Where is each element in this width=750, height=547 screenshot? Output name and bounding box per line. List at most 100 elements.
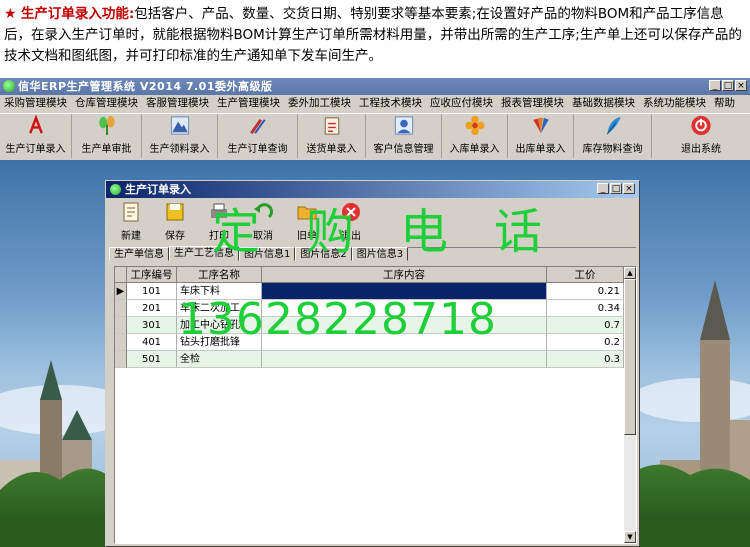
scroll-down-icon[interactable]: ▼ <box>624 531 636 543</box>
cancel-button[interactable]: 取消 <box>241 201 285 245</box>
tool-outbound-entry[interactable]: 出库单录入 <box>508 114 574 158</box>
order-entry-window: 生产订单录入 _ □ × 新建 保存 打印 取消 旧单 退出 生产单信息 生产工… <box>105 180 640 547</box>
col-price[interactable]: 工价 <box>547 267 624 283</box>
cell-process-name[interactable]: 全检 <box>177 351 262 368</box>
row-indicator <box>115 300 127 317</box>
tool-delivery-entry[interactable]: 送货单录入 <box>298 114 366 158</box>
mountain-icon <box>170 116 189 135</box>
cell-price[interactable]: 0.7 <box>547 317 624 334</box>
table-row[interactable]: 301 加工中心钻孔 0.7 <box>115 317 624 334</box>
col-process-no[interactable]: 工序编号 <box>127 267 177 283</box>
cell-process-name[interactable]: 加工中心钻孔 <box>177 317 262 334</box>
col-process-content[interactable]: 工序内容 <box>262 267 547 283</box>
old-order-button[interactable]: 旧单 <box>285 201 329 245</box>
menu-production[interactable]: 生产管理模块 <box>213 95 284 112</box>
tool-label: 生产单审批 <box>81 144 132 155</box>
feather-icon <box>606 116 621 135</box>
child-minimize-button[interactable]: _ <box>597 183 609 194</box>
tab-process-info[interactable]: 生产工艺信息 <box>169 246 239 261</box>
cell-process-no[interactable]: 301 <box>127 317 177 334</box>
tool-order-approval[interactable]: 生产单审批 <box>72 114 142 158</box>
tab-order-info[interactable]: 生产单信息 <box>109 247 169 261</box>
child-maximize-button[interactable]: □ <box>610 183 622 194</box>
scroll-thumb[interactable] <box>624 279 636 435</box>
menu-base-data[interactable]: 基础数据模块 <box>568 95 639 112</box>
customer-icon <box>394 116 413 135</box>
cell-price[interactable]: 0.2 <box>547 334 624 351</box>
tab-image-3[interactable]: 图片信息3 <box>351 247 409 261</box>
child-title: 生产订单录入 <box>125 183 191 196</box>
plant-icon <box>98 115 115 136</box>
tool-material-issue[interactable]: 生产领料录入 <box>142 114 218 158</box>
tool-label: 生产领料录入 <box>149 144 210 155</box>
exit-button-label: 退出 <box>341 231 361 242</box>
flower-icon <box>464 115 485 136</box>
tool-inbound-entry[interactable]: 入库单录入 <box>442 114 508 158</box>
tab-image-2[interactable]: 图片信息2 <box>295 247 352 261</box>
tool-order-query[interactable]: 生产订单查询 <box>218 114 298 158</box>
cell-process-no[interactable]: 101 <box>127 283 177 300</box>
col-process-name[interactable]: 工序名称 <box>177 267 262 283</box>
cell-process-content[interactable] <box>262 351 547 368</box>
tool-stock-query[interactable]: 库存物料查询 <box>574 114 652 158</box>
main-toolbar: 生产订单录入 生产单审批 生产领料录入 生产订单查询 送货单录入 客户信息管理 … <box>0 113 750 161</box>
minimize-button[interactable]: _ <box>709 80 721 91</box>
undo-icon <box>254 203 273 219</box>
tool-label: 生产订单查询 <box>227 144 288 155</box>
print-icon <box>211 203 227 218</box>
cell-price[interactable]: 0.21 <box>547 283 624 300</box>
cell-process-no[interactable]: 201 <box>127 300 177 317</box>
row-indicator <box>115 317 127 334</box>
tool-customer-info[interactable]: 客户信息管理 <box>366 114 442 158</box>
cell-price[interactable]: 0.34 <box>547 300 624 317</box>
close-button[interactable]: × <box>735 80 747 91</box>
menu-engineering[interactable]: 工程技术模块 <box>355 95 426 112</box>
cell-process-no[interactable]: 501 <box>127 351 177 368</box>
table-row[interactable]: ▶ 101 车床下料 0.21 <box>115 283 624 300</box>
save-button[interactable]: 保存 <box>153 201 197 245</box>
tool-label: 出库单录入 <box>515 144 566 155</box>
cell-process-content[interactable] <box>262 334 547 351</box>
cell-price[interactable]: 0.3 <box>547 351 624 368</box>
table-row[interactable]: 401 钻头打磨批锋 0.2 <box>115 334 624 351</box>
menu-reports[interactable]: 报表管理模块 <box>497 95 568 112</box>
print-button-label: 打印 <box>209 231 229 242</box>
vertical-scrollbar[interactable]: ▲ ▼ <box>624 267 636 543</box>
tab-image-1[interactable]: 图片信息1 <box>239 247 296 261</box>
exit-button[interactable]: 退出 <box>329 201 373 245</box>
menu-outsourcing[interactable]: 委外加工模块 <box>284 95 355 112</box>
new-button[interactable]: 新建 <box>109 201 153 245</box>
cell-process-name[interactable]: 钻头打磨批锋 <box>177 334 262 351</box>
maximize-button[interactable]: □ <box>722 80 734 91</box>
child-toolbar: 新建 保存 打印 取消 旧单 退出 <box>109 201 636 248</box>
tools-icon <box>249 118 265 135</box>
cell-process-name[interactable]: 车床下料 <box>177 283 262 300</box>
cell-process-name[interactable]: 车床二次加工 <box>177 300 262 317</box>
tool-label: 库存物料查询 <box>582 144 643 155</box>
menu-system[interactable]: 系统功能模块 <box>639 95 710 112</box>
feature-description: ★ 生产订单录入功能:包括客户、产品、数量、交货日期、特别要求等基本要素;在设置… <box>0 0 750 78</box>
cell-process-content[interactable] <box>262 283 547 300</box>
tool-exit-system[interactable]: 退出系统 <box>652 114 750 158</box>
menu-customer-service[interactable]: 客服管理模块 <box>142 95 213 112</box>
tool-label: 客户信息管理 <box>373 144 434 155</box>
grid-header: 工序编号 工序名称 工序内容 工价 <box>115 267 624 283</box>
menu-purchase[interactable]: 采购管理模块 <box>0 95 71 112</box>
star-icon: ★ <box>4 6 17 22</box>
cell-process-content[interactable] <box>262 300 547 317</box>
child-close-button[interactable]: × <box>623 183 635 194</box>
save-icon <box>166 203 184 221</box>
menu-warehouse[interactable]: 仓库管理模块 <box>71 95 142 112</box>
tool-order-entry[interactable]: 生产订单录入 <box>0 114 72 158</box>
row-pointer-icon: ▶ <box>115 283 127 300</box>
tool-label: 生产订单录入 <box>5 144 66 155</box>
table-row[interactable]: 501 全检 0.3 <box>115 351 624 368</box>
menu-finance[interactable]: 应收应付模块 <box>426 95 497 112</box>
process-grid: 工序编号 工序名称 工序内容 工价 ▶ 101 车床下料 0.21 201 车床… <box>114 266 637 544</box>
cell-process-no[interactable]: 401 <box>127 334 177 351</box>
table-row[interactable]: 201 车床二次加工 0.34 <box>115 300 624 317</box>
print-button[interactable]: 打印 <box>197 201 241 245</box>
scroll-up-icon[interactable]: ▲ <box>624 267 636 279</box>
cell-process-content[interactable] <box>262 317 547 334</box>
menu-help[interactable]: 帮助 <box>710 95 739 112</box>
